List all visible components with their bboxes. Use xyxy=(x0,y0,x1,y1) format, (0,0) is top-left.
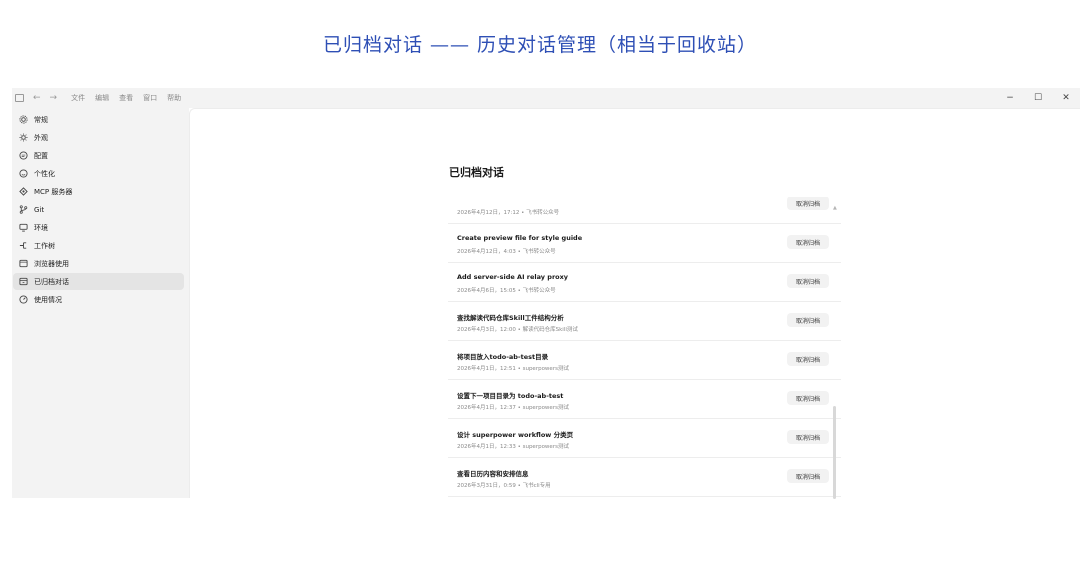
list-item: 查看日历内容和安排信息 2026年3月31日，0:59 • 飞书cli专用 取消… xyxy=(448,458,841,497)
conversation-meta: 2026年4月12日，4:03 • 飞书转公众号 xyxy=(457,249,556,255)
conversation-meta: 2026年4月12日，17:12 • 飞书转公众号 xyxy=(457,210,560,216)
smile-icon xyxy=(18,169,28,179)
list-item: 设置下一项目目录为 todo-ab-test 2026年4月1日，12:37 •… xyxy=(448,380,841,419)
conversation-meta: 2026年4月1日，12:51 • superpowers测试 xyxy=(457,366,569,372)
sliders-icon xyxy=(18,151,28,161)
sun-icon xyxy=(18,133,28,143)
sidebar-item-config[interactable]: 配置 xyxy=(13,147,184,164)
sidebar-item-browser[interactable]: 浏览器使用 xyxy=(13,255,184,272)
sidebar-item-general[interactable]: 常规 xyxy=(13,111,184,128)
conversation-title: 设置下一项目目录为 todo-ab-test xyxy=(457,392,564,400)
menu-file[interactable]: 文件 xyxy=(71,93,85,103)
minimize-button[interactable]: − xyxy=(996,93,1024,103)
archive-icon xyxy=(18,277,28,287)
git-icon xyxy=(18,205,28,215)
window-controls: − ☐ ✕ xyxy=(996,88,1080,108)
back-arrow-icon[interactable]: ← xyxy=(33,93,41,103)
browser-icon xyxy=(18,259,28,269)
monitor-icon xyxy=(18,223,28,233)
close-button[interactable]: ✕ xyxy=(1052,93,1080,103)
scroll-up-icon[interactable]: ▲ xyxy=(833,205,837,211)
sidebar-item-personalize[interactable]: 个性化 xyxy=(13,165,184,182)
conversation-title: 查找解读代码仓库Skill工件结构分析 xyxy=(457,314,564,322)
unarchive-button[interactable]: 取消归档 xyxy=(787,235,829,249)
sidebar-item-worktree[interactable]: 工作树 xyxy=(13,237,184,254)
sidebar-item-label: 已归档对话 xyxy=(34,277,69,286)
sidebar-item-label: 个性化 xyxy=(34,169,55,178)
conversation-title: Add server-side AI relay proxy xyxy=(457,273,569,281)
sidebar-item-label: MCP 服务器 xyxy=(34,187,73,196)
menu-edit[interactable]: 编辑 xyxy=(95,93,109,103)
sidebar-item-label: 环境 xyxy=(34,223,48,232)
unarchive-button[interactable]: 取消归档 xyxy=(787,274,829,288)
sidebar-item-environment[interactable]: 环境 xyxy=(13,219,184,236)
sidebar-item-git[interactable]: Git xyxy=(13,201,184,218)
conversation-title: 将项目放入todo-ab-test目录 xyxy=(457,353,549,361)
sidebar-item-label: 浏览器使用 xyxy=(34,259,69,268)
conversation-meta: 2026年4月6日，15:05 • 飞书转公众号 xyxy=(457,288,556,294)
gear-icon xyxy=(18,115,28,125)
gauge-icon xyxy=(18,295,28,305)
unarchive-button[interactable]: 取消归档 xyxy=(787,197,829,210)
main-panel: 已归档对话 2026年4月12日，17:12 • 飞书转公众号 取消归档 Cre… xyxy=(189,108,1080,499)
conversation-meta: 2026年3月31日，0:59 • 飞书cli专用 xyxy=(457,483,551,489)
sidebar-toggle-icon[interactable] xyxy=(15,94,24,102)
list-item: 查找解读代码仓库Skill工件结构分析 2026年4月3日，12:00 • 解读… xyxy=(448,302,841,341)
scroll-thumb[interactable] xyxy=(833,406,836,499)
sidebar-item-label: Git xyxy=(34,205,45,214)
list-item: Create preview file for style guide 2026… xyxy=(448,224,841,263)
forward-arrow-icon[interactable]: → xyxy=(50,93,58,103)
maximize-button[interactable]: ☐ xyxy=(1024,93,1052,103)
unarchive-button[interactable]: 取消归档 xyxy=(787,469,829,483)
menu-bar: ← → 文件 编辑 查看 窗口 帮助 − ☐ ✕ xyxy=(12,88,1080,108)
archived-conversation-list: 2026年4月12日，17:12 • 飞书转公众号 取消归档 Create pr… xyxy=(448,197,841,499)
list-item: 2026年4月12日，17:12 • 飞书转公众号 取消归档 xyxy=(448,197,841,224)
unarchive-button[interactable]: 取消归档 xyxy=(787,352,829,366)
sidebar-item-mcp[interactable]: MCP 服务器 xyxy=(13,183,184,200)
sidebar-item-label: 配置 xyxy=(34,151,48,160)
sidebar-item-label: 工作树 xyxy=(34,241,55,250)
sidebar-item-appearance[interactable]: 外观 xyxy=(13,129,184,146)
conversation-meta: 2026年4月3日，12:00 • 解读代码仓库Skill测试 xyxy=(457,327,578,333)
figure-caption: 已归档对话 —— 历史对话管理（相当于回收站） xyxy=(322,34,758,56)
unarchive-button[interactable]: 取消归档 xyxy=(787,430,829,444)
server-icon xyxy=(18,187,28,197)
menu-help[interactable]: 帮助 xyxy=(167,93,181,103)
conversation-title: 查看日历内容和安排信息 xyxy=(457,470,529,478)
conversation-meta: 2026年4月1日，12:37 • superpowers测试 xyxy=(457,405,569,411)
conversation-title: Create preview file for style guide xyxy=(457,234,583,242)
sidebar-item-usage[interactable]: 使用情况 xyxy=(13,291,184,308)
settings-window: ← → 文件 编辑 查看 窗口 帮助 − ☐ ✕ 常规 外观 配置 个性化 MC… xyxy=(12,88,1080,499)
page-title: 已归档对话 xyxy=(449,166,504,179)
unarchive-button[interactable]: 取消归档 xyxy=(787,313,829,327)
conversation-title: 设计 superpower workflow 分类页 xyxy=(457,431,574,439)
menu-window[interactable]: 窗口 xyxy=(143,93,157,103)
tree-icon xyxy=(18,241,28,251)
unarchive-button[interactable]: 取消归档 xyxy=(787,391,829,405)
list-item: 设计 superpower workflow 分类页 2026年4月1日，12:… xyxy=(448,419,841,458)
conversation-meta: 2026年4月1日，12:33 • superpowers测试 xyxy=(457,444,569,450)
settings-sidebar: 常规 外观 配置 个性化 MCP 服务器 Git 环境 工作树 浏览器使用 已归… xyxy=(12,108,189,498)
list-item: 将项目放入todo-ab-test目录 2026年4月1日，12:51 • su… xyxy=(448,341,841,380)
sidebar-item-label: 常规 xyxy=(34,115,48,124)
sidebar-item-archived[interactable]: 已归档对话 xyxy=(13,273,184,290)
list-item: Add server-side AI relay proxy 2026年4月6日… xyxy=(448,263,841,302)
menu-view[interactable]: 查看 xyxy=(119,93,133,103)
sidebar-item-label: 使用情况 xyxy=(34,295,62,304)
list-scrollbar[interactable]: ▲ xyxy=(833,201,837,499)
sidebar-item-label: 外观 xyxy=(34,133,48,142)
